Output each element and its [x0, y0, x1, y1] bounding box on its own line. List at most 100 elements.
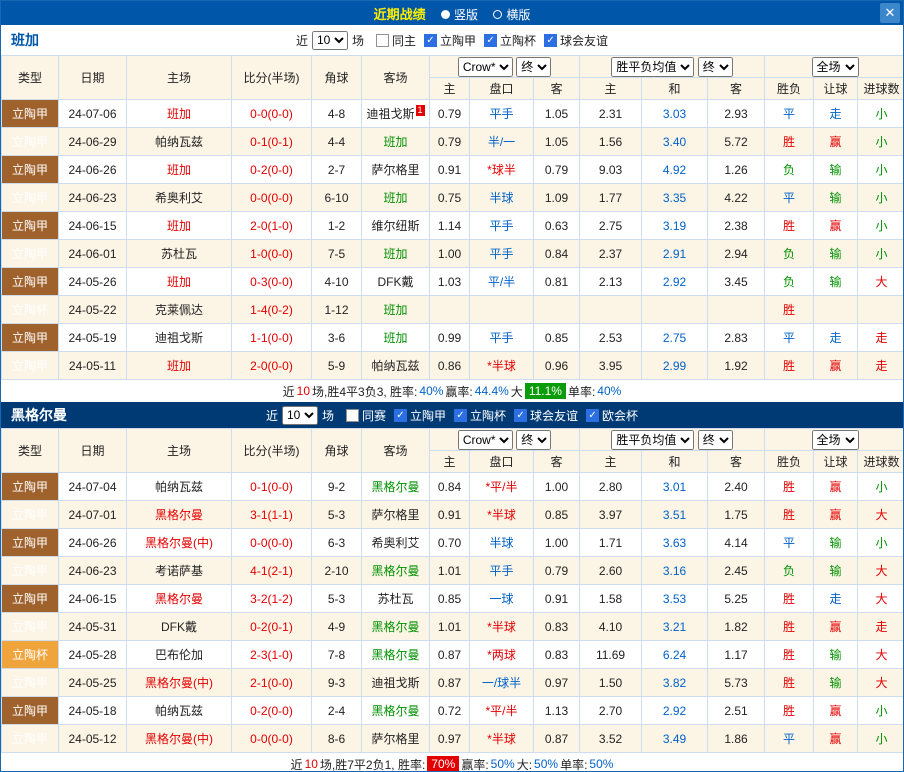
filter-checkbox-item[interactable]: ✓ 立陶杯	[454, 407, 506, 424]
result-cell: 胜	[764, 612, 815, 641]
checkbox-icon[interactable]: ✓	[424, 33, 437, 47]
checkbox-icon[interactable]: ✓	[484, 33, 498, 47]
euro-source-select[interactable]: 胜平负均值	[611, 429, 695, 450]
col-let: 让球	[813, 77, 859, 100]
close-icon[interactable]: ✕	[880, 3, 900, 23]
home-team-cell: 帕纳瓦兹	[126, 472, 232, 501]
result-cell: 负	[764, 155, 815, 184]
near-count-select[interactable]: 10	[281, 405, 318, 425]
filter-checkbox-item[interactable]: 同主	[375, 32, 416, 49]
score-cell: 0-1(0-1)	[231, 127, 312, 156]
banga-results-table: 类型 日期 主场 比分(半场) 角球 客场 Crow* 终 胜平负均值 终 全场	[1, 55, 903, 380]
result-cell: 胜	[764, 351, 815, 380]
asia-away-odds-cell: 1.00	[532, 528, 581, 557]
checkbox-icon[interactable]: ✓	[544, 33, 558, 47]
horizontal-layout-radio-icon[interactable]	[493, 9, 503, 19]
filter-label: 欧会杯	[602, 408, 639, 423]
handicap-result-cell: 输	[813, 556, 859, 585]
filter-checkbox-item[interactable]: ✓ 球会友谊	[544, 32, 608, 49]
vertical-layout-label[interactable]: 竖版	[454, 8, 478, 22]
euro-source-select[interactable]: 胜平负均值	[611, 56, 695, 77]
hegelmann-summary: 近 10 场,胜7平2负1, 胜率: 70% 赢率: 50% 大: 50% 单率: 50%	[1, 753, 903, 771]
checkbox-icon[interactable]	[345, 408, 359, 422]
checkbox-icon[interactable]: ✓	[393, 408, 407, 422]
euro-final-select[interactable]: 终	[697, 56, 733, 77]
goals-result-cell: 大	[857, 267, 903, 296]
asia-away-odds-cell: 1.13	[532, 696, 581, 725]
asia-home-odds-cell: 1.03	[429, 267, 470, 296]
date-cell: 24-05-19	[58, 323, 127, 352]
result-cell: 胜	[764, 472, 815, 501]
col-asia-away: 客	[532, 450, 581, 473]
league-cell: 立陶甲	[1, 472, 59, 501]
date-cell: 24-05-31	[58, 612, 127, 641]
filter-checkbox-item[interactable]: ✓ 立陶甲	[424, 32, 476, 49]
filter-checkbox-item[interactable]: ✓ 欧会杯	[586, 407, 638, 424]
away-team-cell: 迪祖戈斯 1	[361, 99, 430, 128]
scope-select[interactable]: 全场	[811, 429, 859, 450]
euro-final-select[interactable]: 终	[697, 429, 733, 450]
odds-final-select[interactable]: 终	[516, 56, 552, 77]
vertical-layout-radio-icon[interactable]	[440, 9, 450, 19]
asia-home-odds-cell	[429, 295, 470, 324]
asia-away-odds-cell: 0.79	[532, 556, 581, 585]
goals-result-cell: 小	[857, 472, 903, 501]
home-team-cell: 考诺萨基	[126, 556, 232, 585]
corner-cell: 3-6	[311, 323, 362, 352]
col-goal: 进球数	[857, 450, 903, 473]
euro-draw-odds-cell: 2.99	[641, 351, 709, 380]
asia-away-odds-cell	[532, 295, 581, 324]
filter-checkbox-item[interactable]: ✓ 立陶杯	[484, 32, 536, 49]
odds-source-select[interactable]: Crow*	[457, 56, 513, 77]
home-team-cell: 克莱佩达	[126, 295, 232, 324]
handicap-cell: 平/半	[469, 267, 534, 296]
away-team-cell: 班加	[361, 183, 430, 212]
euro-draw-odds-cell: 2.92	[641, 267, 709, 296]
checkbox-icon[interactable]	[375, 33, 389, 47]
corner-cell: 2-10	[311, 556, 362, 585]
asia-away-odds-cell: 0.63	[532, 211, 581, 240]
handicap-result-cell: 走	[813, 584, 859, 613]
handicap-cell: *半球	[469, 500, 534, 529]
euro-home-odds-cell: 2.75	[579, 211, 643, 240]
corner-cell: 4-8	[311, 99, 362, 128]
league-cell: 立陶甲	[1, 267, 59, 296]
odds-final-select[interactable]: 终	[516, 429, 552, 450]
euro-home-odds-cell: 2.60	[579, 556, 643, 585]
asia-away-odds-cell: 0.84	[532, 239, 581, 268]
col-result: 胜负	[764, 77, 815, 100]
near-count-select[interactable]: 10	[311, 30, 348, 50]
scope-select[interactable]: 全场	[811, 56, 859, 77]
result-cell: 平	[764, 528, 815, 557]
filter-checkbox-item[interactable]: 同赛	[345, 407, 386, 424]
handicap-result-cell: 输	[813, 528, 859, 557]
league-cell: 立陶甲	[1, 155, 59, 184]
away-team-cell: 班加	[361, 323, 430, 352]
away-team-cell: 黑格尔曼	[361, 696, 430, 725]
euro-draw-odds-cell: 2.91	[641, 239, 709, 268]
checkbox-icon[interactable]: ✓	[586, 408, 600, 422]
away-team-cell: 萨尔格里	[361, 500, 430, 529]
date-cell: 24-05-25	[58, 668, 127, 697]
goals-result-cell: 小	[857, 696, 903, 725]
goals-result-cell: 大	[857, 584, 903, 613]
home-team-cell: 黑格尔曼(中)	[126, 668, 232, 697]
handicap-cell: *球半	[469, 155, 534, 184]
checkbox-icon[interactable]: ✓	[454, 408, 467, 422]
checkbox-icon[interactable]: ✓	[514, 408, 528, 422]
corner-cell: 1-2	[311, 211, 362, 240]
away-team-badge: 1	[415, 105, 425, 116]
corner-cell: 2-4	[311, 696, 362, 725]
window-title: 近期战绩	[373, 6, 426, 22]
handicap-result-cell: 赢	[813, 612, 859, 641]
filter-checkbox-item[interactable]: ✓ 立陶甲	[393, 407, 446, 424]
odds-source-select[interactable]: Crow*	[457, 429, 513, 450]
euro-away-odds-cell: 1.82	[707, 612, 766, 641]
summary-segment: 70%	[427, 756, 460, 771]
euro-draw-odds-cell: 3.82	[641, 668, 709, 697]
score-cell: 2-3(1-0)	[231, 640, 312, 669]
summary-segment: 50%	[534, 757, 559, 771]
summary-segment: 50%	[490, 757, 515, 771]
filter-checkbox-item[interactable]: ✓ 球会友谊	[514, 407, 578, 424]
horizontal-layout-label[interactable]: 横版	[506, 8, 530, 22]
